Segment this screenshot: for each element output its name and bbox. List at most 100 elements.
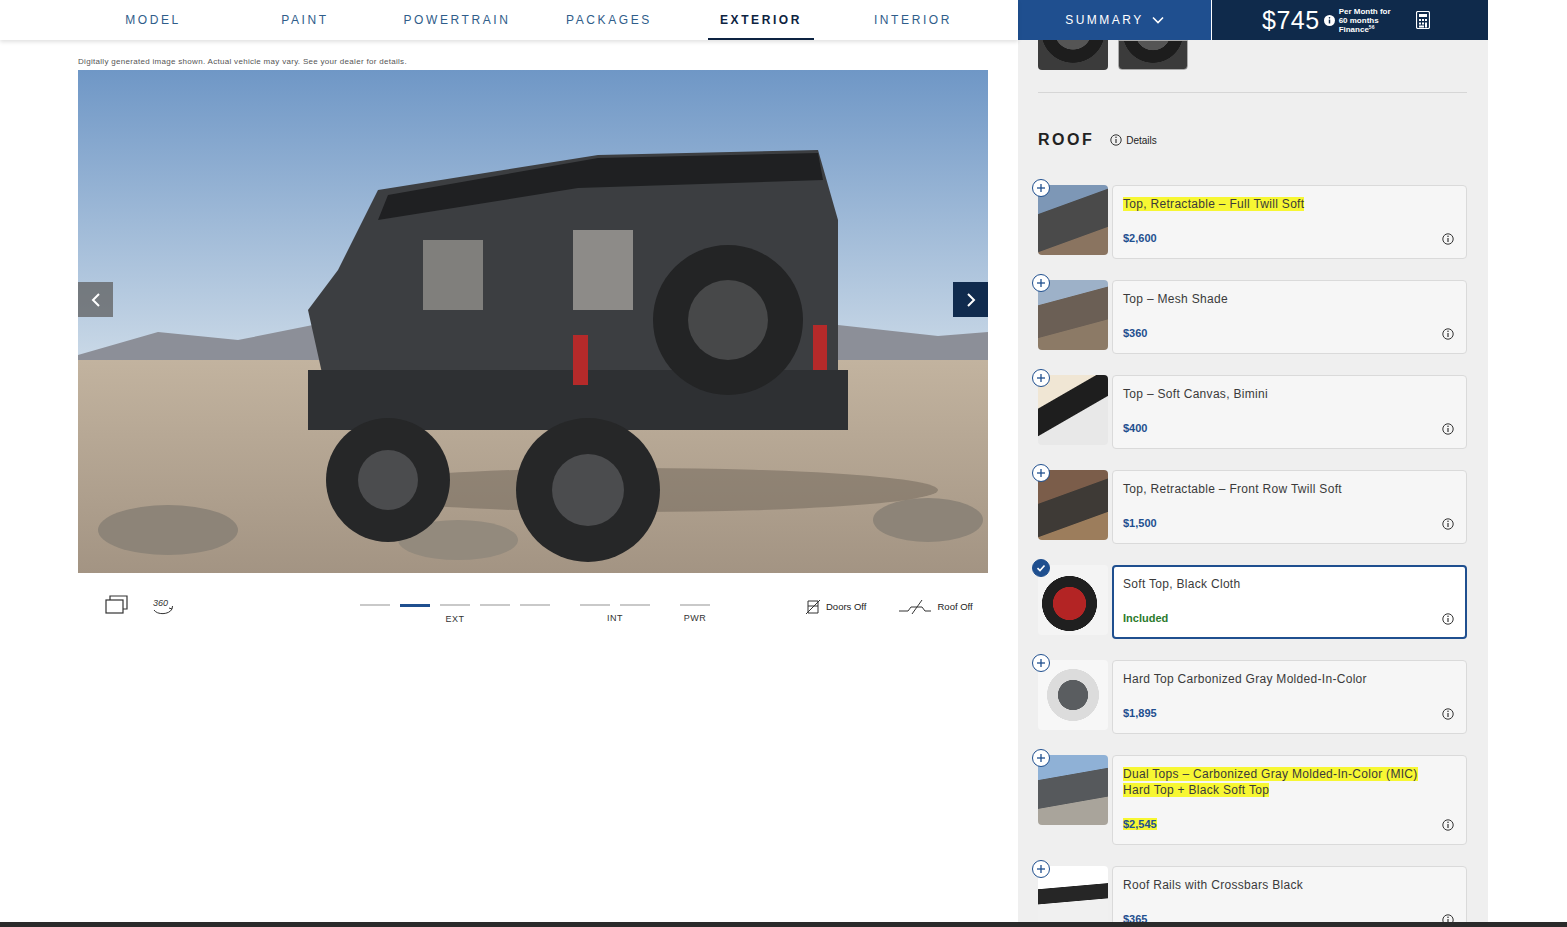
option-text: Top – Soft Canvas, Bimini$400 [1123, 386, 1442, 436]
thumbnail-dash[interactable] [620, 604, 650, 606]
option-card[interactable]: Hard Top Carbonized Gray Molded-In-Color… [1112, 660, 1467, 734]
option-card[interactable]: Roof Rails with Crossbars Black$365 [1112, 866, 1467, 922]
add-button[interactable] [1032, 749, 1050, 767]
thumbnail-dash[interactable] [400, 604, 430, 607]
add-button[interactable] [1032, 464, 1050, 482]
summary-label[interactable]: SUMMARY [1065, 11, 1144, 29]
plus-icon[interactable] [1036, 183, 1046, 193]
config-tabs: MODEL PAINT POWERTRAIN PACKAGES EXTERIOR INTE… [0, 0, 1018, 40]
view-360-button[interactable]: 360 [151, 595, 175, 617]
option-card[interactable]: Top, Retractable – Full Twill Soft$2,600 [1112, 185, 1467, 259]
chevron-left-icon[interactable] [90, 292, 102, 308]
nav-tab-label[interactable]: MODEL [113, 0, 193, 40]
thumbnail-dash[interactable] [680, 604, 710, 606]
add-button[interactable] [1032, 654, 1050, 672]
option-text: Hard Top Carbonized Gray Molded-In-Color… [1123, 671, 1442, 721]
gallery-icon[interactable] [105, 595, 129, 615]
option-card[interactable]: Top – Soft Canvas, Bimini$400 [1112, 375, 1467, 449]
price-amount[interactable]: $745 [1262, 8, 1320, 33]
details-label[interactable]: Details [1126, 133, 1157, 148]
thumbnail-dash[interactable] [520, 604, 550, 606]
option-card[interactable]: Soft Top, Black ClothIncluded [1112, 565, 1467, 639]
doors-off-toggle[interactable]: Doors Off [805, 595, 866, 615]
chevron-right-icon[interactable] [965, 292, 977, 308]
info-icon[interactable] [1442, 423, 1454, 435]
previous-image-button[interactable] [78, 282, 113, 317]
option-card[interactable]: Top – Mesh Shade$360 [1112, 280, 1467, 354]
nav-tab[interactable]: PAINT [229, 0, 381, 40]
roof-option[interactable]: Dual Tops – Carbonized Gray Molded-In-Co… [1038, 755, 1467, 845]
wheel-thumbnail[interactable] [1038, 40, 1108, 70]
info-icon[interactable] [1442, 233, 1454, 245]
thumbnail-dash[interactable] [360, 604, 390, 606]
roof-option[interactable]: Top – Soft Canvas, Bimini$400 [1038, 375, 1467, 449]
selected-check[interactable] [1032, 559, 1050, 577]
add-button[interactable] [1032, 179, 1050, 197]
option-card[interactable]: Top, Retractable – Front Row Twill Soft$… [1112, 470, 1467, 544]
roof-option[interactable]: Top – Mesh Shade$360 [1038, 280, 1467, 354]
info-icon[interactable] [1442, 819, 1454, 831]
option-thumbnail[interactable] [1038, 866, 1108, 922]
roof-option[interactable]: Roof Rails with Crossbars Black$365 [1038, 866, 1467, 922]
roof-option[interactable]: Top, Retractable – Full Twill Soft$2,600 [1038, 185, 1467, 259]
next-image-button[interactable] [953, 282, 988, 317]
thumbnail-dash[interactable] [440, 604, 470, 606]
option-card[interactable]: Dual Tops – Carbonized Gray Molded-In-Co… [1112, 755, 1467, 845]
calculator-icon[interactable] [1416, 11, 1430, 29]
option-price-text: $2,600 [1123, 232, 1157, 244]
details-link[interactable]: Details [1110, 133, 1157, 148]
chevron-down-icon[interactable] [1152, 16, 1164, 24]
info-icon[interactable] [1324, 15, 1335, 26]
nav-tab[interactable]: MODEL [77, 0, 229, 40]
option-thumbnail[interactable] [1038, 470, 1108, 540]
info-icon[interactable] [1442, 328, 1454, 340]
nav-tab[interactable]: PACKAGES [533, 0, 685, 40]
option-thumbnail[interactable] [1038, 375, 1108, 445]
thumbnail-dash[interactable] [580, 604, 610, 606]
plus-icon[interactable] [1036, 753, 1046, 763]
roof-option[interactable]: Soft Top, Black ClothIncluded [1038, 565, 1467, 639]
monthly-price[interactable]: $745Per Month for60 monthsFinance56 [1212, 0, 1488, 40]
info-icon[interactable] [1442, 914, 1454, 922]
nav-tab[interactable]: INTERIOR [837, 0, 989, 40]
nav-tab-label[interactable]: INTERIOR [862, 0, 964, 40]
thumbnail-dash[interactable] [480, 604, 510, 606]
door-icon[interactable] [805, 599, 821, 615]
nav-tab-label[interactable]: PAINT [269, 0, 340, 40]
plus-icon[interactable] [1036, 468, 1046, 478]
summary-button[interactable]: SUMMARY [1018, 0, 1212, 40]
view-360-label[interactable]: 360 [153, 598, 168, 608]
roof-option[interactable]: Hard Top Carbonized Gray Molded-In-Color… [1038, 660, 1467, 734]
check-icon[interactable] [1036, 563, 1046, 573]
thumbnail-group: EXT [360, 595, 550, 625]
nav-tab-label[interactable]: PACKAGES [554, 0, 664, 40]
roof-off-label[interactable]: Roof Off [937, 600, 972, 614]
info-icon[interactable] [1110, 134, 1122, 146]
option-thumbnail[interactable] [1038, 185, 1108, 255]
roof-off-toggle[interactable]: Roof Off [898, 595, 972, 615]
option-thumbnail[interactable] [1038, 755, 1108, 825]
add-button[interactable] [1032, 274, 1050, 292]
option-thumbnail[interactable] [1038, 565, 1108, 635]
info-icon[interactable] [1442, 708, 1454, 720]
option-name-text: Dual Tops – Carbonized Gray Molded-In-Co… [1123, 767, 1418, 797]
nav-tab-label[interactable]: POWERTRAIN [391, 0, 522, 40]
nav-tab[interactable]: POWERTRAIN [381, 0, 533, 40]
roof-option[interactable]: Top, Retractable – Front Row Twill Soft$… [1038, 470, 1467, 544]
info-icon[interactable] [1442, 518, 1454, 530]
option-price-text: $2,545 [1123, 818, 1157, 830]
option-thumbnail[interactable] [1038, 280, 1108, 350]
add-button[interactable] [1032, 860, 1050, 878]
plus-icon[interactable] [1036, 658, 1046, 668]
roof-icon[interactable] [898, 599, 932, 615]
add-button[interactable] [1032, 369, 1050, 387]
option-thumbnail[interactable] [1038, 660, 1108, 730]
nav-tab-label[interactable]: EXTERIOR [708, 0, 814, 40]
plus-icon[interactable] [1036, 278, 1046, 288]
doors-off-label[interactable]: Doors Off [826, 600, 866, 614]
info-icon[interactable] [1442, 613, 1454, 625]
plus-icon[interactable] [1036, 373, 1046, 383]
plus-icon[interactable] [1036, 864, 1046, 874]
wheel-thumbnail[interactable] [1118, 40, 1188, 70]
nav-tab[interactable]: EXTERIOR [685, 0, 837, 40]
